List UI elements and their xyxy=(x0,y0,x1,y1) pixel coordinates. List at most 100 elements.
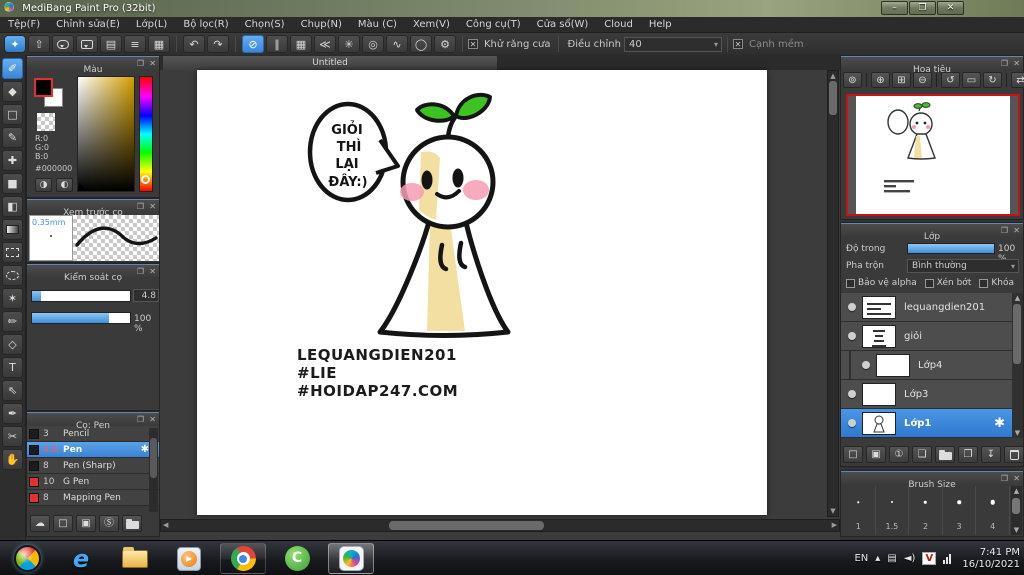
canvas[interactable]: GIỎI THÌ LẠI ĐÂY:) LEQUANGDIEN201 #LIE #… xyxy=(197,70,767,515)
brush-add-menu-icon[interactable]: ▣ xyxy=(76,515,96,532)
action-center-icon[interactable]: ▤ xyxy=(887,553,896,564)
menu-cloud[interactable]: Cloud xyxy=(596,17,641,33)
eyedropper-tool[interactable]: ✒ xyxy=(2,403,23,424)
scroll-thumb[interactable] xyxy=(1013,304,1021,364)
scroll-thumb[interactable] xyxy=(1012,498,1020,514)
brush-tool[interactable]: ✐ xyxy=(2,58,23,79)
menu-tools[interactable]: Công cụ(T) xyxy=(458,17,529,33)
document-icon[interactable]: ▤ xyxy=(100,35,122,53)
popout-icon[interactable]: ❐ xyxy=(137,414,144,426)
delete-layer-icon[interactable] xyxy=(1004,446,1024,463)
menu-window[interactable]: Cửa sổ(W) xyxy=(529,17,597,33)
layer-settings-gear-icon[interactable]: ✱ xyxy=(994,416,1005,431)
scroll-down-icon[interactable]: ▼ xyxy=(1011,526,1022,534)
list-icon[interactable]: ≡ xyxy=(124,35,146,53)
divide-tool[interactable]: ✂ xyxy=(2,426,23,447)
add-layer-icon[interactable]: □ xyxy=(843,446,863,463)
fill-rect-tool[interactable]: ■ xyxy=(2,173,23,194)
zoom-in-icon[interactable]: ⊕ xyxy=(871,72,890,88)
popout-icon[interactable]: ❐ xyxy=(1001,473,1008,485)
rotate-right-icon[interactable]: ↻ xyxy=(983,72,1002,88)
zoom-tool-icon[interactable]: ⊚ xyxy=(843,72,862,88)
select-tool[interactable] xyxy=(2,242,23,263)
volume-icon[interactable]: ◄) xyxy=(904,553,916,564)
menu-file[interactable]: Tệp(F) xyxy=(0,17,48,33)
snap-curve-icon[interactable]: ∿ xyxy=(386,35,408,53)
close-icon[interactable]: ✕ xyxy=(1013,473,1020,485)
transparent-color-swatch[interactable] xyxy=(37,113,55,131)
popout-icon[interactable]: ❐ xyxy=(1001,58,1008,70)
control-pen-tool[interactable]: ✎ xyxy=(2,127,23,148)
saturation-value-picker[interactable] xyxy=(77,76,135,192)
brush-size-1[interactable]: 1 xyxy=(842,486,876,535)
adjust-dropdown[interactable]: 40 ▾ xyxy=(623,36,722,52)
undo-icon[interactable]: ↶ xyxy=(183,35,205,53)
lasso-tool[interactable] xyxy=(2,265,23,286)
chat-icon[interactable] xyxy=(76,35,98,53)
gradient-tool[interactable] xyxy=(2,219,23,240)
scroll-thumb[interactable] xyxy=(389,521,544,530)
menu-snap[interactable]: Chụp(N) xyxy=(293,17,350,33)
menu-color[interactable]: Màu (C) xyxy=(350,17,405,33)
zoom-fit-icon[interactable]: ⊞ xyxy=(892,72,911,88)
comment-icon[interactable] xyxy=(52,35,74,53)
scroll-right-icon[interactable]: ▶ xyxy=(832,520,837,531)
layer-visibility-icon[interactable] xyxy=(848,390,856,398)
document-tab[interactable]: Untitled xyxy=(162,55,498,70)
eraser-tool[interactable]: ◆ xyxy=(2,81,23,102)
layer-row-lop4[interactable]: Lớp4 xyxy=(841,351,1013,380)
flip-horizontal-icon[interactable]: ⇄ xyxy=(1011,72,1024,88)
operation-tool[interactable]: ⇖ xyxy=(2,380,23,401)
add-layer-menu-icon[interactable]: ❏ xyxy=(912,446,932,463)
menu-layer[interactable]: Lớp(L) xyxy=(128,17,175,33)
brush-opacity-slider[interactable] xyxy=(31,312,131,324)
medibang-home-icon[interactable]: ✦ xyxy=(4,35,26,53)
brush-size-1-5[interactable]: 1.5 xyxy=(876,486,910,535)
snap-grid-icon[interactable]: ▦ xyxy=(290,35,312,53)
palette-icon[interactable]: ◑ xyxy=(35,178,52,192)
snap-ellipse-icon[interactable]: ◯ xyxy=(410,35,432,53)
blend-mode-dropdown[interactable]: Bình thường ▾ xyxy=(907,259,1019,273)
brush-folder-icon[interactable] xyxy=(122,515,142,532)
select-pen-tool[interactable]: ✏ xyxy=(2,311,23,332)
layer-opacity-slider[interactable] xyxy=(907,243,995,254)
popout-icon[interactable]: ❐ xyxy=(137,58,144,70)
scroll-up-icon[interactable]: ▲ xyxy=(828,72,838,80)
brush-size-2[interactable]: 2 xyxy=(909,486,943,535)
rotate-left-icon[interactable]: ↺ xyxy=(941,72,960,88)
snap-parallel-icon[interactable]: ∥ xyxy=(266,35,288,53)
brush-row-gpen[interactable]: 10 G Pen xyxy=(27,474,159,490)
layer-row-lop1[interactable]: Lớp1 ✱ xyxy=(841,409,1013,438)
popout-icon[interactable]: ❐ xyxy=(137,266,144,278)
select-eraser-tool[interactable]: ◇ xyxy=(2,334,23,355)
brush-size-4[interactable]: 4 xyxy=(976,486,1010,535)
move-tool[interactable]: ✚ xyxy=(2,150,23,171)
menu-select[interactable]: Chọn(S) xyxy=(237,17,293,33)
snap-concentric-icon[interactable]: ◎ xyxy=(362,35,384,53)
tiles-icon[interactable]: ▦ xyxy=(148,35,170,53)
bucket-tool[interactable]: ◧ xyxy=(2,196,23,217)
shape-tool[interactable]: □ xyxy=(2,104,23,125)
layer-list-scrollbar[interactable]: ▲ ▼ xyxy=(1012,293,1023,438)
brush-list-scrollbar[interactable] xyxy=(149,428,158,512)
layer-row-lequangdien201[interactable]: lequangdien201 xyxy=(841,293,1013,322)
magic-wand-tool[interactable]: ✶ xyxy=(2,288,23,309)
layer-visibility-icon[interactable] xyxy=(848,332,856,340)
scroll-up-icon[interactable]: ▲ xyxy=(1011,487,1022,495)
scroll-down-icon[interactable]: ▼ xyxy=(828,507,838,515)
menu-view[interactable]: Xem(V) xyxy=(405,17,458,33)
soft-edge-checkbox[interactable]: ✕ xyxy=(732,39,743,49)
brush-cloud-download-icon[interactable]: ☁ xyxy=(30,515,50,532)
taskbar-ie[interactable]: e xyxy=(58,543,104,574)
hand-tool[interactable]: ✋ xyxy=(2,449,23,470)
close-icon[interactable]: ✕ xyxy=(149,414,156,426)
zoom-out-icon[interactable]: ⊖ xyxy=(913,72,932,88)
hue-slider[interactable] xyxy=(139,76,153,192)
close-icon[interactable]: ✕ xyxy=(149,58,156,70)
add-1bit-layer-icon[interactable]: ① xyxy=(889,446,909,463)
taskbar-media-player[interactable]: ▶ xyxy=(166,543,212,574)
brush-size-scrollbar[interactable]: ▲ ▼ xyxy=(1011,486,1022,535)
close-button[interactable]: ✕ xyxy=(937,1,964,15)
layer-row-lop3[interactable]: Lớp3 xyxy=(841,380,1013,409)
brush-row-pen-sharp[interactable]: 8 Pen (Sharp) xyxy=(27,458,159,474)
